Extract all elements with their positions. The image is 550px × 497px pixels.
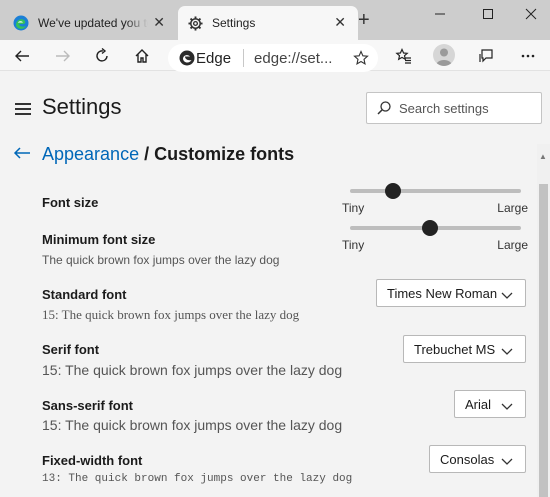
address-bar[interactable]: Edge edge://set... <box>168 44 378 72</box>
feedback-icon[interactable] <box>475 45 497 67</box>
edge-logo-icon <box>179 50 195 66</box>
sans-serif-font-dropdown[interactable]: Arial <box>454 390 526 418</box>
close-tab-icon[interactable]: ✕ <box>153 14 165 30</box>
chevron-down-icon <box>501 288 513 303</box>
search-input[interactable]: Search settings <box>366 92 542 124</box>
dropdown-value: Consolas <box>440 451 495 467</box>
serif-font-dropdown[interactable]: Trebuchet MS <box>403 335 526 363</box>
fixed-width-font-sample: 13: The quick brown fox jumps over the l… <box>42 473 353 485</box>
breadcrumb-separator: / <box>144 144 150 164</box>
standard-font-dropdown[interactable]: Times New Roman <box>376 279 526 307</box>
min-font-size-sample: The quick brown fox jumps over the lazy … <box>42 253 280 267</box>
profile-avatar[interactable] <box>433 44 455 66</box>
more-options-icon[interactable] <box>517 45 539 67</box>
tab-settings[interactable]: Settings ✕ <box>178 6 358 40</box>
tab-title: Settings <box>212 16 256 30</box>
favorite-star-icon[interactable] <box>353 50 369 66</box>
browser-toolbar: Edge edge://set... <box>0 40 550 72</box>
site-identity-label: Edge <box>196 49 232 67</box>
breadcrumb-appearance-link[interactable]: Appearance <box>42 144 139 164</box>
scroll-up-arrow-icon[interactable]: ▲ <box>539 152 547 161</box>
back-icon[interactable] <box>11 45 33 67</box>
scrollbar-thumb[interactable] <box>539 184 548 497</box>
close-tab-icon[interactable]: ✕ <box>334 14 346 30</box>
gear-icon <box>188 15 203 31</box>
standard-font-sample: 15: The quick brown fox jumps over the l… <box>42 307 300 322</box>
slider-track[interactable] <box>350 189 521 193</box>
breadcrumb-current: Customize fonts <box>154 144 295 164</box>
fixed-width-font-dropdown[interactable]: Consolas <box>429 445 526 473</box>
chevron-down-icon <box>501 454 513 469</box>
chevron-down-icon <box>501 344 513 359</box>
page-title: Settings <box>42 94 122 119</box>
dropdown-value: Arial <box>465 396 492 412</box>
minimize-button[interactable] <box>425 4 455 24</box>
dropdown-value: Times New Roman <box>387 285 498 301</box>
breadcrumb: Appearance / Customize fonts <box>42 144 294 165</box>
serif-font-label: Serif font <box>42 342 100 357</box>
min-font-size-slider[interactable]: Tiny Large <box>342 220 528 254</box>
slider-thumb[interactable] <box>422 220 439 236</box>
url-text[interactable]: edge://set... <box>254 50 332 67</box>
new-tab-button[interactable]: + <box>358 10 370 30</box>
standard-font-label: Standard font <box>42 287 127 302</box>
back-arrow-icon[interactable] <box>13 144 31 167</box>
edge-logo-icon <box>13 15 29 31</box>
font-size-label: Font size <box>42 195 99 210</box>
slider-min-label: Tiny <box>342 201 365 215</box>
search-placeholder: Search settings <box>399 100 489 116</box>
favorites-icon[interactable] <box>392 45 414 67</box>
address-divider <box>243 49 245 67</box>
scrollbar[interactable]: ▲ <box>537 144 550 497</box>
slider-min-label: Tiny <box>342 238 365 252</box>
settings-page: Settings Search settings Appearance / Cu… <box>0 72 550 497</box>
sans-serif-font-label: Sans-serif font <box>42 398 134 413</box>
sans-serif-font-sample: 15: The quick brown fox jumps over the l… <box>42 417 343 433</box>
fixed-width-font-label: Fixed-width font <box>42 453 143 468</box>
tab-title: We've updated you to the latest <box>38 16 148 30</box>
search-icon <box>377 101 391 115</box>
menu-icon[interactable] <box>15 103 31 115</box>
tab-whats-new[interactable]: We've updated you to the latest ✕ <box>5 6 177 40</box>
forward-icon[interactable] <box>52 45 74 67</box>
slider-max-label: Large <box>497 201 528 215</box>
home-icon[interactable] <box>131 45 153 67</box>
serif-font-sample: 15: The quick brown fox jumps over the l… <box>42 362 343 378</box>
min-font-size-label: Minimum font size <box>42 232 156 247</box>
font-size-slider[interactable]: Tiny Large <box>342 183 528 217</box>
close-window-button[interactable] <box>516 4 546 24</box>
slider-max-label: Large <box>497 238 528 252</box>
slider-thumb[interactable] <box>384 183 401 199</box>
dropdown-value: Trebuchet MS <box>414 341 496 357</box>
maximize-button[interactable] <box>473 4 503 24</box>
chevron-down-icon <box>501 399 513 414</box>
tab-strip: We've updated you to the latest ✕ Settin… <box>0 0 550 40</box>
refresh-icon[interactable] <box>91 45 113 67</box>
